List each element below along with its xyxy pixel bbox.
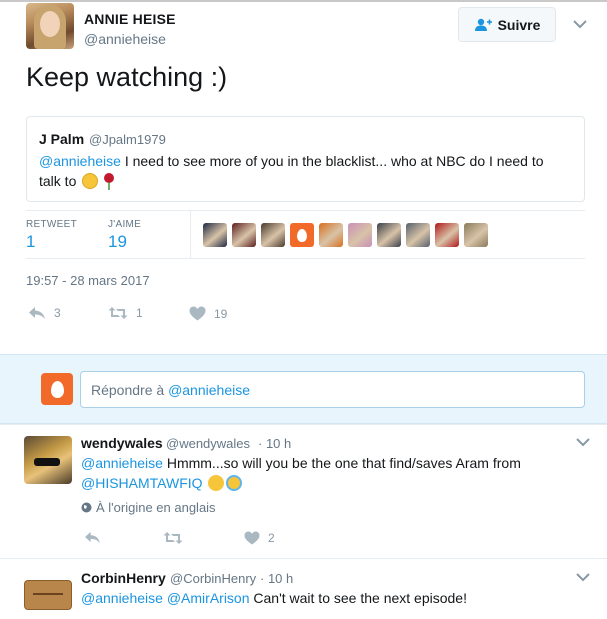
- follow-button[interactable]: Suivre: [458, 7, 556, 42]
- reply-action[interactable]: 3: [28, 306, 61, 320]
- reply-like-count: 2: [268, 531, 275, 545]
- liker-avatar[interactable]: [406, 223, 430, 247]
- reply-placeholder-mention: @annieheise: [168, 382, 250, 398]
- tweet-timestamp[interactable]: 19:57 - 28 mars 2017: [26, 273, 150, 288]
- stats-separator: [190, 211, 191, 258]
- reply-icon: [29, 307, 45, 319]
- reply-author-handle[interactable]: @wendywales: [166, 436, 250, 451]
- tears-of-joy-emoji-icon: [226, 475, 243, 491]
- quote-text: @annieheise I need to see more of you in…: [39, 151, 569, 191]
- reply-divider: [0, 424, 607, 425]
- like-action[interactable]: 2: [244, 531, 275, 545]
- rose-emoji-icon: [104, 173, 115, 190]
- liker-avatar[interactable]: [290, 223, 314, 247]
- liker-avatar[interactable]: [261, 223, 285, 247]
- liker-avatar[interactable]: [464, 223, 488, 247]
- reply-placeholder-prefix: Répondre à: [91, 382, 169, 398]
- reply-divider: [0, 558, 607, 559]
- winking-face-emoji-icon: [208, 475, 225, 491]
- author-handle[interactable]: @annieheise: [84, 31, 166, 47]
- retweet-count[interactable]: 1: [26, 232, 35, 252]
- tweet-text: Keep watching :): [26, 62, 228, 92]
- chevron-down-icon[interactable]: [573, 19, 587, 29]
- liker-avatar[interactable]: [232, 223, 256, 247]
- globe-icon: [81, 502, 92, 513]
- reply-author-name[interactable]: CorbinHenry: [81, 570, 166, 586]
- reply-body: Can't wait to see the next episode!: [249, 590, 467, 606]
- wendywales-avatar[interactable]: [24, 436, 72, 484]
- author-name[interactable]: ANNIE HEISE: [84, 11, 176, 27]
- reply-mention[interactable]: @annieheise: [81, 590, 163, 606]
- reply-author-handle[interactable]: @CorbinHenry: [170, 571, 256, 586]
- translation-note-text: À l'origine en anglais: [96, 500, 216, 515]
- reply-action[interactable]: [84, 531, 101, 544]
- retweet-action-count: 1: [136, 306, 143, 320]
- chevron-down-icon[interactable]: [576, 572, 590, 582]
- reply-count: 3: [54, 306, 61, 320]
- top-divider: [0, 0, 607, 2]
- reply-text: @annieheise @AmirArison Can't wait to se…: [81, 588, 581, 608]
- nerd-face-emoji-icon: [82, 173, 99, 189]
- user-avatar-egg: [41, 373, 73, 405]
- follow-button-label: Suivre: [497, 16, 541, 33]
- reply-author-name[interactable]: wendywales: [81, 435, 163, 451]
- liker-avatar[interactable]: [348, 223, 372, 247]
- reply-mention[interactable]: @annieheise: [81, 455, 163, 471]
- like-action-count: 19: [214, 306, 228, 321]
- like-action[interactable]: 19: [189, 306, 227, 321]
- heart-icon: [244, 531, 260, 545]
- retweet-action[interactable]: 1: [108, 306, 143, 320]
- liker-avatar[interactable]: [319, 223, 343, 247]
- reply-mention[interactable]: @HISHAMTAWFIQ: [81, 475, 203, 491]
- liker-avatars: [203, 223, 488, 247]
- reply-icon: [85, 531, 100, 544]
- add-user-icon: [474, 18, 492, 31]
- retweet-icon: [163, 532, 183, 544]
- quote-author-handle: @Jpalm1979: [89, 132, 166, 147]
- reply-time[interactable]: · 10 h: [258, 436, 291, 451]
- stats-divider-bottom: [26, 258, 585, 259]
- reply-composer: Répondre à @annieheise: [0, 354, 607, 424]
- retweet-action[interactable]: [163, 531, 183, 545]
- like-count[interactable]: 19: [108, 232, 127, 252]
- heart-icon: [189, 306, 206, 321]
- translation-note[interactable]: À l'origine en anglais: [81, 500, 216, 515]
- chevron-down-icon[interactable]: [576, 437, 590, 447]
- liker-avatar[interactable]: [377, 223, 401, 247]
- liker-avatar[interactable]: [435, 223, 459, 247]
- like-label: J'AIME: [108, 219, 142, 230]
- quote-author-name: J Palm: [39, 131, 85, 147]
- reply-mention[interactable]: @AmirArison: [167, 590, 250, 606]
- corbinhenry-avatar[interactable]: [24, 580, 72, 610]
- reply-input[interactable]: Répondre à @annieheise: [80, 371, 585, 408]
- quoted-tweet[interactable]: J Palm @Jpalm1979 @annieheise I need to …: [26, 116, 585, 202]
- author-avatar[interactable]: [26, 3, 74, 49]
- liker-avatar[interactable]: [203, 223, 227, 247]
- reply-time[interactable]: · 10 h: [260, 571, 293, 586]
- retweet-icon: [108, 307, 128, 319]
- quote-mention[interactable]: @annieheise: [39, 153, 121, 169]
- reply-text: @annieheise Hmmm...so will you be the on…: [81, 453, 581, 493]
- reply-body: Hmmm...so will you be the one that find/…: [162, 455, 521, 471]
- retweet-label: RETWEET: [26, 219, 77, 230]
- stats-divider-top: [26, 210, 585, 211]
